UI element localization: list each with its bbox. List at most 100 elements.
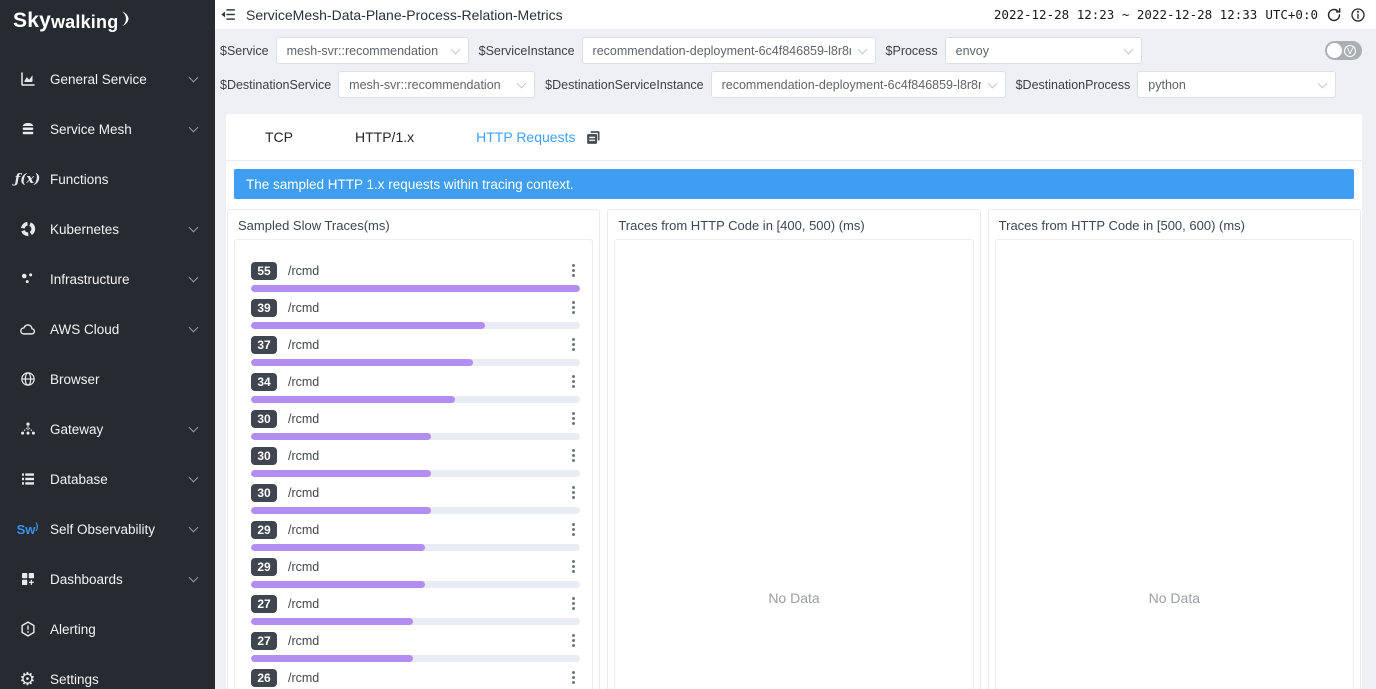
slow-traces-body: 55/rcmd39/rcmd37/rcmd34/rcmd30/rcmd30/rc…: [234, 239, 593, 689]
trace-duration-bar: [251, 581, 425, 588]
trace-row-top: 29/rcmd: [251, 557, 580, 576]
no-data-label: No Data: [615, 240, 972, 689]
trace-more-menu-button[interactable]: [567, 484, 580, 501]
trace-more-menu-button[interactable]: [567, 410, 580, 427]
chevron-down-icon: [189, 222, 199, 232]
panel-http-500: Traces from HTTP Code in [500, 600) (ms)…: [988, 209, 1361, 689]
timezone-label: UTC+0:0: [1265, 7, 1318, 22]
no-data-label: No Data: [996, 240, 1353, 689]
trace-value-badge: 30: [251, 447, 277, 465]
chevron-down-icon: [1318, 78, 1328, 88]
collapse-sidebar-icon[interactable]: [220, 6, 237, 23]
trace-duration-bar-track: [251, 618, 580, 625]
settings-icon: ⚙: [16, 670, 39, 688]
trace-duration-bar: [251, 470, 431, 477]
filter-service-select[interactable]: mesh-svr::recommendation: [276, 37, 469, 64]
sidebar-item-dashboards[interactable]: Dashboards: [0, 554, 215, 604]
trace-more-menu-button[interactable]: [567, 336, 580, 353]
trace-row-top: 29/rcmd: [251, 520, 580, 539]
tab-http1x[interactable]: HTTP/1.x: [355, 129, 414, 145]
trace-more-menu-button[interactable]: [567, 262, 580, 279]
sidebar-item-label: Settings: [50, 672, 99, 687]
chevron-down-icon: [1123, 44, 1133, 54]
filter-destination-service-select[interactable]: mesh-svr::recommendation: [338, 71, 535, 98]
trace-duration-bar-track: [251, 285, 580, 292]
http-500-body: No Data: [995, 239, 1354, 689]
sidebar-item-settings[interactable]: ⚙ Settings: [0, 654, 215, 689]
chevron-down-icon: [189, 122, 199, 132]
toggle-knob: [1327, 43, 1342, 58]
refresh-icon[interactable]: [1326, 7, 1342, 23]
trace-endpoint-label: /rcmd: [288, 597, 319, 611]
copy-icon[interactable]: [585, 129, 602, 146]
toggle-view-label: V: [1344, 45, 1356, 57]
sidebar-item-self-observability[interactable]: Sw)Self Observability: [0, 504, 215, 554]
trace-duration-bar: [251, 618, 413, 625]
trace-more-menu-button[interactable]: [567, 521, 580, 538]
chevron-down-icon: [189, 472, 199, 482]
cloud-icon: [16, 320, 39, 339]
sidebar-item-alerting[interactable]: Alerting: [0, 604, 215, 654]
trace-more-menu-button[interactable]: [567, 299, 580, 316]
sidebar-item-label: General Service: [50, 72, 147, 87]
sidebar-item-kubernetes[interactable]: Kubernetes: [0, 204, 215, 254]
trace-more-menu-button[interactable]: [567, 373, 580, 390]
trace-duration-bar-track: [251, 655, 580, 662]
sidebar-item-gateway[interactable]: Gateway: [0, 404, 215, 454]
skywalking-logo[interactable]: Sky walking: [0, 0, 215, 33]
trace-endpoint-label: /rcmd: [288, 375, 319, 389]
trace-endpoint-label: /rcmd: [288, 264, 319, 278]
sidebar-item-label: AWS Cloud: [50, 322, 119, 337]
sidebar-item-aws-cloud[interactable]: AWS Cloud: [0, 304, 215, 354]
info-icon[interactable]: [1350, 7, 1366, 23]
time-range[interactable]: 2022-12-28 12:23 ~ 2022-12-28 12:33: [994, 7, 1257, 22]
trace-more-menu-button[interactable]: [567, 558, 580, 575]
trace-row: 29/rcmd: [251, 557, 580, 588]
chevron-down-icon: [987, 78, 997, 88]
trace-duration-bar: [251, 396, 455, 403]
trace-row-top: 30/rcmd: [251, 483, 580, 502]
filter-process-label: $Process: [886, 44, 938, 58]
sw-icon: Sw): [16, 521, 39, 537]
trace-more-menu-button[interactable]: [567, 595, 580, 612]
tab-http-requests[interactable]: HTTP Requests: [476, 129, 575, 145]
sidebar-item-infrastructure[interactable]: Infrastructure: [0, 254, 215, 304]
sidebar-menu: General Service Service Mesh ƒ(x)Functions…: [0, 54, 215, 689]
filter-destination-service-label: $DestinationService: [220, 78, 331, 92]
tab-cell-http-requests: HTTP Requests: [476, 129, 602, 146]
trace-duration-bar-track: [251, 433, 580, 440]
sidebar-item-functions[interactable]: ƒ(x)Functions: [0, 154, 215, 204]
filter-destination-process-select[interactable]: python: [1137, 71, 1336, 98]
trace-duration-bar-track: [251, 507, 580, 514]
chart-icon: [16, 70, 39, 88]
tab-tcp[interactable]: TCP: [265, 129, 293, 145]
trace-more-menu-button[interactable]: [567, 669, 580, 686]
sidebar-item-label: Service Mesh: [50, 122, 132, 137]
view-mode-toggle[interactable]: V: [1325, 41, 1362, 60]
trace-row-top: 27/rcmd: [251, 631, 580, 650]
trace-more-menu-button[interactable]: [567, 447, 580, 464]
filter-service-instance-select[interactable]: recommendation-deployment-6c4f846859-l8r…: [582, 37, 876, 64]
sidebar-item-database[interactable]: Database: [0, 454, 215, 504]
trace-row-top: 55/rcmd: [251, 261, 580, 280]
trace-row-top: 37/rcmd: [251, 335, 580, 354]
trace-value-badge: 29: [251, 558, 277, 576]
filter-service-instance-value: recommendation-deployment-6c4f846859-l8r…: [593, 44, 851, 58]
trace-duration-bar: [251, 433, 431, 440]
filter-destination-service-instance-select[interactable]: recommendation-deployment-6c4f846859-l8r…: [711, 71, 1006, 98]
trace-duration-bar-track: [251, 470, 580, 477]
trace-more-menu-button[interactable]: [567, 632, 580, 649]
trace-row: 30/rcmd: [251, 446, 580, 477]
trace-endpoint-label: /rcmd: [288, 449, 319, 463]
sidebar-item-general-service[interactable]: General Service: [0, 54, 215, 104]
function-icon: ƒ(x): [16, 172, 39, 187]
filter-process-select[interactable]: envoy: [945, 37, 1142, 64]
notice-banner-text: The sampled HTTP 1.x requests within tra…: [246, 177, 574, 192]
dashboards-icon: [16, 570, 39, 588]
trace-value-badge: 39: [251, 299, 277, 317]
trace-value-badge: 27: [251, 632, 277, 650]
sidebar-item-browser[interactable]: Browser: [0, 354, 215, 404]
trace-row-top: 27/rcmd: [251, 594, 580, 613]
sidebar-item-service-mesh[interactable]: Service Mesh: [0, 104, 215, 154]
sidebar-item-label: Database: [50, 472, 108, 487]
